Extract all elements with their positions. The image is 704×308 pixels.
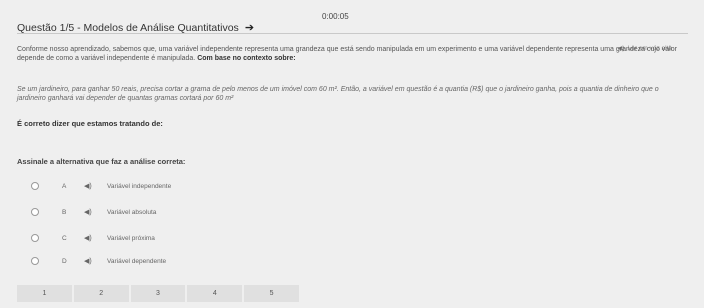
option-text: Variável dependente — [107, 257, 167, 265]
radio-button[interactable] — [31, 234, 39, 242]
radio-button[interactable] — [31, 257, 39, 265]
option-d[interactable]: D ◀) Variável dependente — [31, 255, 166, 267]
option-letter: D — [62, 257, 67, 265]
speaker-icon[interactable]: ◀) — [84, 257, 107, 265]
option-letter: A — [62, 182, 67, 190]
divider — [17, 33, 688, 34]
context-paragraph: Conforme nosso aprendizado, sabemos que,… — [17, 46, 679, 63]
context-text: Conforme nosso aprendizado, sabemos que,… — [17, 46, 677, 62]
option-text: Variável próxima — [107, 234, 155, 242]
speaker-icon[interactable]: ◀) — [84, 208, 107, 216]
radio-button[interactable] — [31, 208, 39, 216]
speaker-icon[interactable]: ◀) — [84, 182, 107, 190]
option-c[interactable]: C ◀) Variável próxima — [31, 232, 155, 244]
option-letter: C — [62, 234, 67, 242]
option-text: Variável independente — [107, 182, 172, 190]
page-button-2[interactable]: 2 — [73, 285, 129, 302]
question-pager: 1 2 3 4 5 — [17, 285, 299, 302]
scenario-paragraph: Se um jardineiro, para ganhar 50 reais, … — [17, 86, 659, 102]
page-button-1[interactable]: 1 — [17, 285, 72, 302]
question-title-text: Questão 1/5 - Modelos de Análise Quantit… — [17, 21, 239, 34]
page-button-4[interactable]: 4 — [187, 285, 243, 302]
option-text: Variável absoluta — [107, 208, 157, 216]
page-button-3[interactable]: 3 — [130, 285, 186, 302]
speaker-icon[interactable]: ◀) — [84, 234, 107, 242]
answer-prompt: Assinale a alternativa que faz a análise… — [17, 157, 186, 166]
context-bold: Com base no contexto sobre: — [197, 54, 296, 62]
timer: 0:00:05 — [322, 12, 349, 21]
question-statement: É correto dizer que estamos tratando de: — [17, 119, 163, 128]
option-letter: B — [62, 208, 67, 216]
option-b[interactable]: B ◀) Variável absoluta — [31, 206, 156, 218]
option-a[interactable]: A ◀) Variável independente — [31, 180, 171, 192]
page-button-5[interactable]: 5 — [244, 285, 299, 302]
radio-button[interactable] — [31, 182, 39, 190]
